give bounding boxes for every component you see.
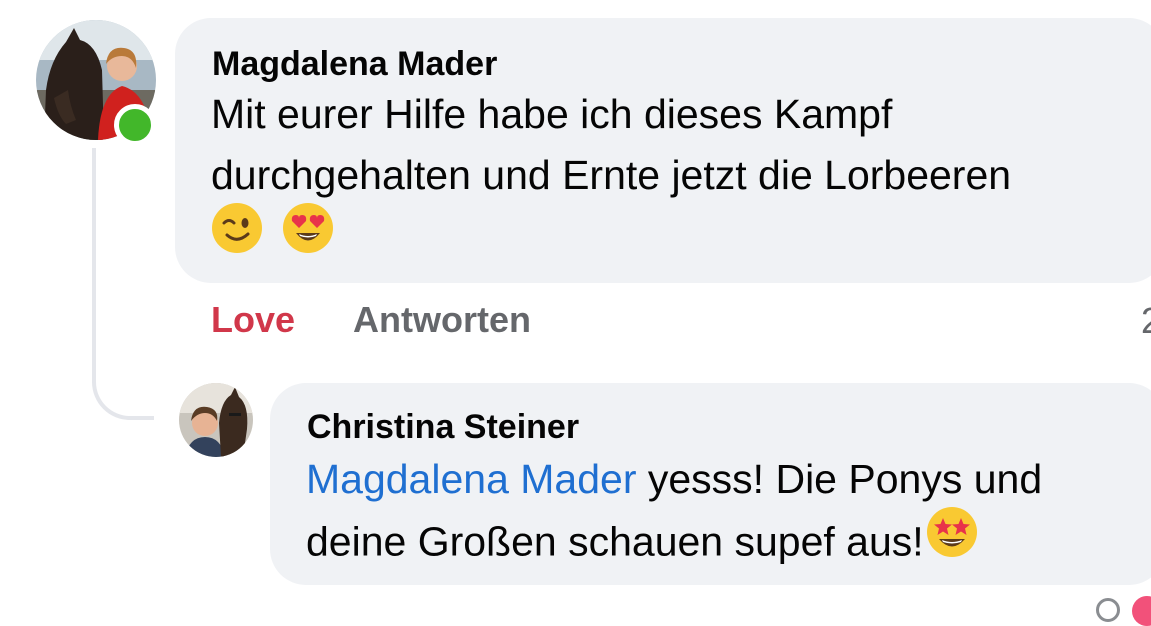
partial-heart-reaction-icon — [1132, 596, 1151, 626]
love-reaction-button[interactable]: Love — [211, 299, 295, 340]
reply-text: Magdalena Mader yesss! Die Ponys und dei… — [306, 449, 1042, 579]
comment-text-line-2: durchgehalten und Ernte jetzt die Lorbee… — [211, 152, 1012, 198]
online-status-indicator — [114, 104, 156, 146]
reply-text-line-1-rest: yesss! Die Ponys und — [636, 456, 1043, 502]
winking-face-icon — [211, 202, 263, 271]
reply-author-name[interactable]: Christina Steiner — [307, 407, 579, 447]
reply-button[interactable]: Antworten — [353, 299, 531, 340]
reply-text-line-2: deine Großen schauen supef aus! — [306, 507, 1042, 579]
star-struck-face-icon — [926, 506, 978, 575]
reply-avatar[interactable] — [179, 383, 253, 457]
comment-timestamp[interactable]: 2 — [1141, 300, 1151, 342]
thread-connector-line — [92, 148, 154, 420]
reply-bubble: Christina Steiner Magdalena Mader yesss!… — [270, 383, 1151, 585]
partial-reaction-icon — [1096, 598, 1120, 622]
comment-author-name[interactable]: Magdalena Mader — [212, 44, 497, 84]
reply-text-line-2-text: deine Großen schauen supef aus! — [306, 518, 924, 565]
comment-emoji-row — [211, 203, 1011, 267]
comment-text: Mit eurer Hilfe habe ich dieses Kampf du… — [211, 84, 1011, 267]
mention-link[interactable]: Magdalena Mader — [306, 456, 636, 502]
heart-eyes-face-icon — [282, 202, 334, 271]
comment-text-line-1: Mit eurer Hilfe habe ich dieses Kampf — [211, 91, 893, 137]
comment-actions: Love Antworten — [211, 299, 531, 341]
reply-text-line-1: Magdalena Mader yesss! Die Ponys und — [306, 449, 1042, 510]
comment-bubble: Magdalena Mader Mit eurer Hilfe habe ich… — [175, 18, 1151, 283]
